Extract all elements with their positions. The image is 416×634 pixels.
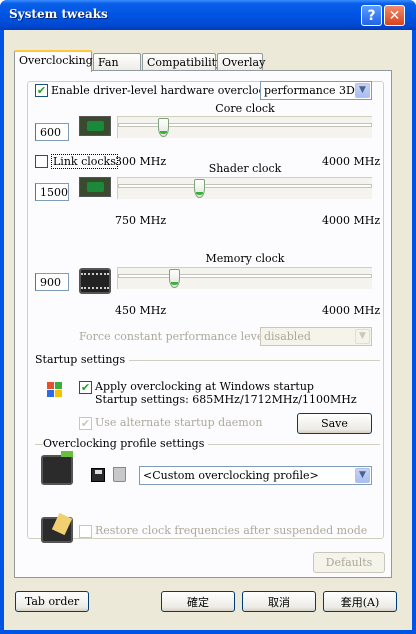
profile-section-label: Overclocking profile settings [43,437,209,450]
tab-overlay[interactable]: Overlay [217,53,265,71]
profile-value: <Custom overclocking profile> [143,469,319,482]
core-clock-value[interactable]: 600 [35,123,69,141]
cancel-button[interactable]: 取消 [242,591,316,612]
shader-clock-slider[interactable] [117,177,372,199]
tab-fan[interactable]: Fan [93,53,141,71]
shader-clock-thumb[interactable] [193,179,205,198]
memory-clock-title: Memory clock [205,252,285,265]
close-icon: ✕ [388,7,401,24]
apply-button[interactable]: 套用(A) [323,591,397,612]
memory-clock-min: 450 MHz [115,304,167,317]
core-clock-title: Core clock [215,102,275,115]
force-perf-select[interactable]: disabled ▼ [260,327,372,346]
close-button[interactable]: ✕ [384,5,405,26]
help-icon: ? [367,7,376,24]
apply-at-startup-checkbox[interactable]: ✔ [79,381,92,394]
tab-order-button[interactable]: Tab order [15,591,89,612]
enable-overclocking-checkbox[interactable]: ✔ [35,84,48,97]
profile-select[interactable]: <Custom overclocking profile> ▼ [139,466,372,485]
startup-section-label: Startup settings [35,353,130,366]
delete-profile-icon[interactable] [113,467,126,482]
link-clocks-label: Link clocks [51,154,118,169]
clock-mode-value: performance 3D [264,84,355,97]
slider-groove [118,274,372,278]
defaults-button[interactable]: Defaults [313,552,385,573]
chevron-down-icon: ▼ [355,83,370,98]
memory-clock-thumb[interactable] [168,269,180,288]
memory-clock-value[interactable]: 900 [35,273,69,291]
force-perf-label: Force constant performance level [79,330,267,343]
ok-button[interactable]: 確定 [161,591,235,612]
core-clock-thumb[interactable] [157,118,169,137]
dialog-client: Overclocking Fan Compatibility Overlay ✔… [4,30,412,630]
shader-clock-value[interactable]: 1500 [35,183,69,201]
chevron-down-icon: ▼ [355,329,370,344]
slider-groove [118,123,372,127]
startup-settings-text: Startup settings: 685MHz/1712MHz/1100MHz [95,393,357,406]
title-bar[interactable]: System tweaks ? ✕ [0,0,416,30]
windows-startup-icon [43,381,65,403]
memory-chip-icon [79,268,111,294]
alternate-daemon-label: Use alternate startup daemon [95,416,263,429]
tab-compatibility[interactable]: Compatibility [142,53,222,71]
restore-clocks-label: Restore clock frequencies after suspende… [95,524,368,537]
memory-clock-slider[interactable] [117,267,372,289]
chevron-down-icon: ▼ [355,468,370,483]
memory-clock-max: 4000 MHz [322,304,381,317]
restore-clocks-checkbox[interactable] [79,525,92,538]
shader-clock-title: Shader clock [208,162,282,175]
window-title: System tweaks [9,7,108,21]
slider-groove [118,184,372,188]
tab-overclocking[interactable]: Overclocking [14,50,93,72]
window: System tweaks ? ✕ Overclocking Fan Compa… [0,0,416,634]
restore-chip-icon [41,512,73,543]
apply-at-startup-label: Apply overclocking at Windows startup [95,380,314,393]
tab-panel-overclocking: ✔ Enable driver-level hardware overclock… [14,70,392,578]
save-profile-icon[interactable] [91,468,105,482]
core-clock-slider[interactable] [117,116,372,138]
profile-chip-icon [41,451,73,485]
gpu-chip-icon [79,116,111,136]
gpu-chip-icon [79,177,111,197]
alternate-daemon-checkbox[interactable]: ✔ [79,417,92,430]
shader-clock-max: 4000 MHz [322,214,381,227]
link-clocks-checkbox[interactable] [35,155,48,168]
shader-clock-min: 750 MHz [115,214,167,227]
help-button[interactable]: ? [361,5,382,26]
clock-mode-select[interactable]: performance 3D ▼ [260,81,372,100]
force-perf-value: disabled [264,330,311,343]
save-button[interactable]: Save [297,413,372,434]
enable-overclocking-label: Enable driver-level hardware overclockin… [51,84,290,97]
